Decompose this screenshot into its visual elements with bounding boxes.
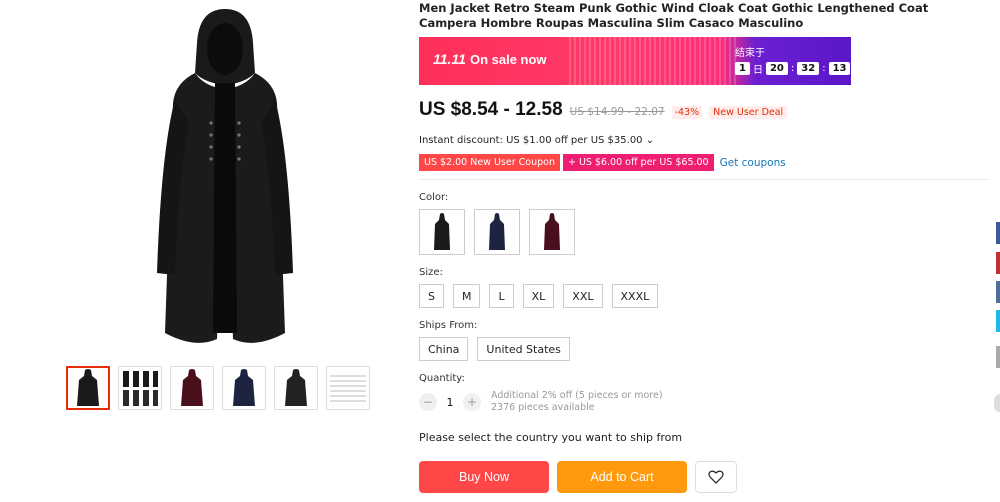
quantity-stepper: − 1 + Additional 2% off (5 pieces or mor… xyxy=(419,390,989,414)
size-option-l[interactable]: L xyxy=(489,284,514,308)
quantity-decrease-button[interactable]: − xyxy=(419,393,437,411)
shipping-message: Please select the country you want to sh… xyxy=(419,431,683,444)
main-product-image[interactable] xyxy=(80,0,370,355)
countdown-minutes: 32 xyxy=(797,62,820,75)
heart-icon xyxy=(708,470,724,484)
thumbnail-strip xyxy=(66,366,370,410)
countdown-sep: : xyxy=(790,63,795,74)
thumbnail-variants[interactable] xyxy=(118,366,162,410)
discount-badge: -43% xyxy=(671,106,703,119)
color-swatch-navy[interactable] xyxy=(474,209,520,255)
ships-from-china[interactable]: China xyxy=(419,337,469,361)
thumbnail-navy-coat[interactable] xyxy=(222,366,266,410)
size-option-s[interactable]: S xyxy=(419,284,444,308)
size-label: Size: xyxy=(419,267,443,278)
get-coupons-link[interactable]: Get coupons xyxy=(720,157,786,169)
color-swatch-wine[interactable] xyxy=(529,209,575,255)
divider xyxy=(419,179,989,180)
ships-from-united-states[interactable]: United States xyxy=(477,337,570,361)
size-option-xxl[interactable]: XXL xyxy=(563,284,603,308)
countdown-days: 1 xyxy=(735,62,750,75)
coupon-row: US $2.00 New User Coupon + US $6.00 off … xyxy=(419,154,989,171)
sale-text: On sale now xyxy=(469,52,547,67)
thumbnail-black-coat-alt[interactable] xyxy=(274,366,318,410)
instant-discount[interactable]: Instant discount: US $1.00 off per US $3… xyxy=(419,135,989,146)
share-vk-tab[interactable] xyxy=(996,281,1000,303)
share-more-tab[interactable] xyxy=(996,346,1000,368)
action-buttons: Buy Now Add to Cart xyxy=(419,461,989,493)
new-user-coupon[interactable]: US $2.00 New User Coupon xyxy=(419,154,560,171)
new-user-deal-badge: New User Deal xyxy=(709,106,788,119)
price-row: US $8.54 - 12.58 US $14.99 - 22.07 -43% … xyxy=(419,99,989,121)
wishlist-button[interactable] xyxy=(695,461,737,493)
buy-now-button[interactable]: Buy Now xyxy=(419,461,549,493)
current-price: US $8.54 - 12.58 xyxy=(419,99,563,120)
countdown: 结束于 1 日 20 : 32 : 13 xyxy=(735,44,851,76)
sale-number: 11.11 xyxy=(433,51,466,67)
countdown-sep: : xyxy=(822,63,826,74)
size-option-m[interactable]: M xyxy=(452,284,481,308)
ships-from-label: Ships From: xyxy=(419,320,478,331)
thumbnail-size-chart[interactable] xyxy=(326,366,370,410)
ships-from-options: China United States xyxy=(419,337,989,361)
add-to-cart-button[interactable]: Add to Cart xyxy=(557,461,687,493)
pieces-available-text: 2376 pieces available xyxy=(491,402,595,413)
bulk-discount-text: Additional 2% off (5 pieces or more) xyxy=(491,390,663,401)
product-title: Men Jacket Retro Steam Punk Gothic Wind … xyxy=(419,1,929,30)
quantity-value[interactable]: 1 xyxy=(437,396,463,409)
quantity-info: Additional 2% off (5 pieces or more) 237… xyxy=(491,390,663,414)
size-option-xxxl[interactable]: XXXL xyxy=(611,284,659,308)
quantity-label: Quantity: xyxy=(419,373,465,384)
share-facebook-tab[interactable] xyxy=(996,222,1000,244)
countdown-seconds: 13 xyxy=(828,62,851,75)
countdown-day-unit: 日 xyxy=(752,65,763,76)
quantity-increase-button[interactable]: + xyxy=(463,393,481,411)
extra-coupon[interactable]: + US $6.00 off per US $65.00 xyxy=(562,154,714,171)
thumbnail-black-coat[interactable] xyxy=(66,366,110,410)
original-price: US $14.99 - 22.07 xyxy=(569,106,665,118)
coat-image xyxy=(157,8,293,343)
color-options xyxy=(419,209,989,255)
banner-stripes xyxy=(569,37,739,85)
countdown-hours: 20 xyxy=(765,62,788,75)
countdown-ends-label: 结束于 xyxy=(735,48,765,59)
sale-banner[interactable]: 11.11 On sale now 结束于 1 日 20 : 32 : 13 xyxy=(419,37,851,85)
share-pinterest-tab[interactable] xyxy=(996,252,1000,274)
color-label: Color: xyxy=(419,192,449,203)
scroll-arrow[interactable] xyxy=(994,394,1000,412)
color-swatch-black[interactable] xyxy=(419,209,465,255)
sale-label: 11.11 On sale now xyxy=(433,51,547,67)
size-options: S M L XL XXL XXXL xyxy=(419,284,989,308)
thumbnail-wine-coat[interactable] xyxy=(170,366,214,410)
size-option-xl[interactable]: XL xyxy=(522,284,555,308)
share-twitter-tab[interactable] xyxy=(996,310,1000,332)
product-info-panel: Men Jacket Retro Steam Punk Gothic Wind … xyxy=(419,0,989,493)
